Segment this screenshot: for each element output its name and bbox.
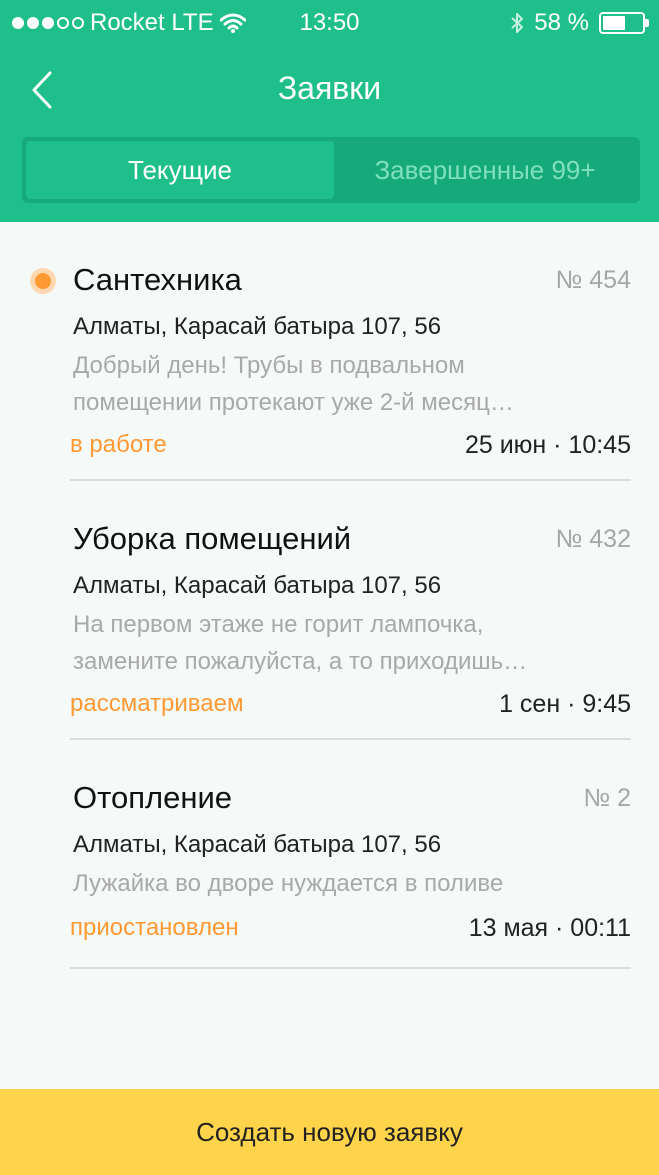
tab-completed[interactable]: Завершенные 99+ <box>334 141 636 199</box>
tab-switcher: Текущие Завершенные 99+ <box>22 137 640 203</box>
description-line: Добрый день! Трубы в подвальном <box>73 352 465 379</box>
nav-bar: Заявки <box>0 50 659 130</box>
request-date: 25 июн · 10:45 <box>464 431 631 459</box>
request-title: Уборка помещений <box>73 521 352 556</box>
request-address: Алматы, Карасай батыра 107, 56 <box>73 831 442 858</box>
request-address: Алматы, Карасай батыра 107, 56 <box>73 572 442 599</box>
divider <box>70 967 631 969</box>
header: Rocket LTE 13:50 58 % Заявки Текущие Зав… <box>0 0 659 222</box>
request-list: Сантехника № 454 Алматы, Карасай батыра … <box>0 222 659 969</box>
request-title: Отопление <box>73 780 232 815</box>
status-right: 58 % <box>510 9 649 37</box>
list-item[interactable]: Уборка помещений № 432 Алматы, Карасай б… <box>0 481 659 740</box>
description-line: Лужайка во дворе нуждается в поливе <box>73 870 504 897</box>
tab-current[interactable]: Текущие <box>26 141 334 199</box>
list-item[interactable]: Отопление № 2 Алматы, Карасай батыра 107… <box>0 740 659 969</box>
request-title: Сантехника <box>73 262 242 297</box>
status-bar: Rocket LTE 13:50 58 % <box>0 0 659 46</box>
request-date: 1 сен · 9:45 <box>499 690 631 718</box>
request-description: Добрый день! Трубы в подвальном помещени… <box>73 347 573 421</box>
bluetooth-icon <box>511 13 524 33</box>
description-line: замените пожалуйста, а то приходишь… <box>73 648 528 675</box>
request-status: рассматриваем <box>70 690 244 717</box>
page-title: Заявки <box>277 70 382 106</box>
request-number: № 454 <box>555 266 631 294</box>
request-address: Алматы, Карасай батыра 107, 56 <box>73 313 442 340</box>
request-date: 13 мая · 00:11 <box>468 914 631 942</box>
request-description: На первом этаже не горит лампочка, замен… <box>73 606 573 680</box>
request-description: Лужайка во дворе нуждается в поливе <box>73 865 573 902</box>
description-line: На первом этаже не горит лампочка, <box>73 611 484 638</box>
request-number: № 432 <box>555 525 631 553</box>
request-status: в работе <box>70 431 167 458</box>
battery-percent: 58 % <box>534 9 589 36</box>
request-number: № 2 <box>583 784 631 812</box>
unread-indicator <box>30 268 56 294</box>
battery-icon <box>599 12 649 34</box>
create-request-button[interactable]: Создать новую заявку <box>0 1089 659 1175</box>
description-line: помещении протекают уже 2-й месяц… <box>73 389 514 416</box>
request-status: приостановлен <box>70 914 239 941</box>
list-item[interactable]: Сантехника № 454 Алматы, Карасай батыра … <box>0 222 659 481</box>
